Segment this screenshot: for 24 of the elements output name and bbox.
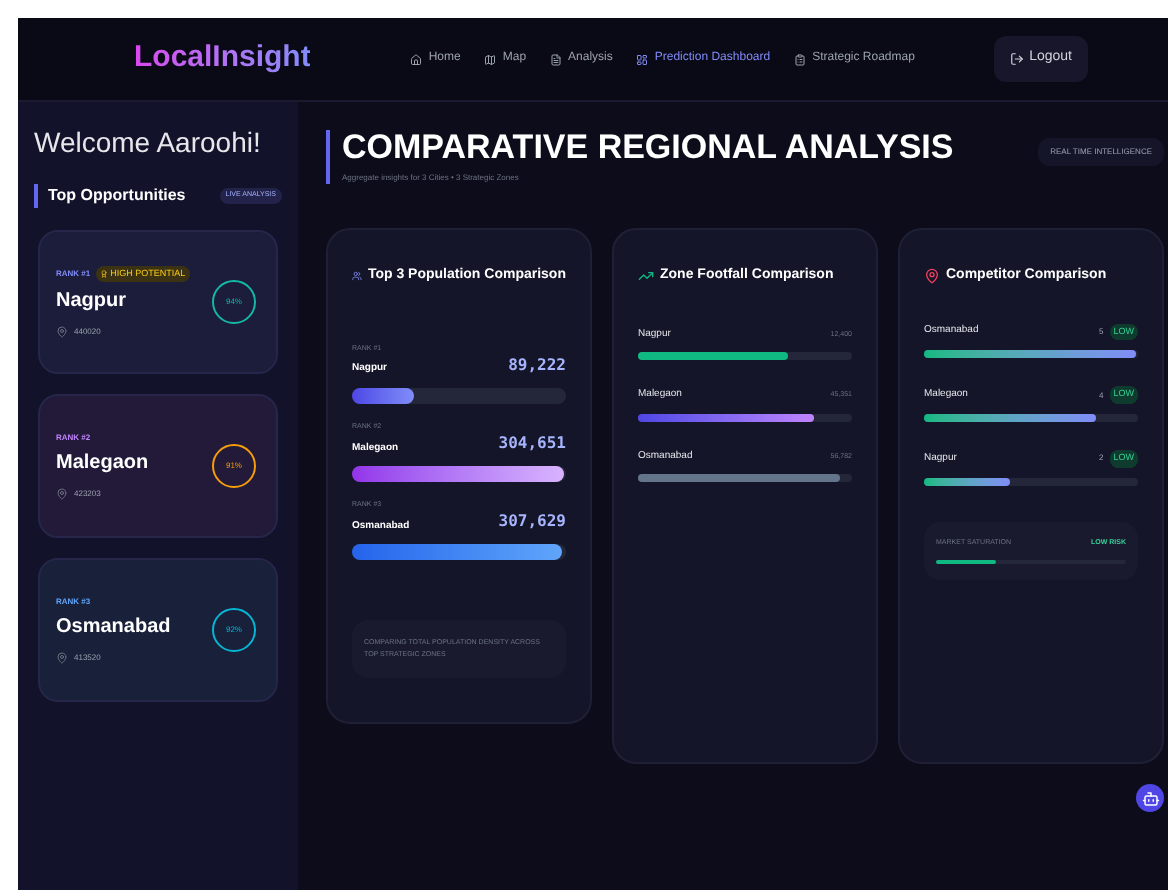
city-name: Nagpur [56,288,128,317]
nav-icon [550,53,563,65]
city-name: Osmanabad [56,614,171,642]
population-value: 307,629 [498,510,566,535]
nav-icon [794,53,807,65]
award-icon [100,270,109,278]
logout-icon [1009,52,1024,66]
chatbot-button[interactable] [1136,784,1164,812]
location-pin-icon [56,326,68,339]
section-title: Top Opportunities [48,184,186,208]
city-name: Malegaon [56,450,149,478]
location-pin-icon [56,652,68,664]
page-title: COMPARATIVE REGIONAL ANALYSIS [342,130,954,164]
nav-icon [410,53,423,65]
location-pin-icon [924,268,940,285]
welcome-heading: Welcome Aaroohi! [34,124,263,162]
population-value: 89,222 [508,353,566,378]
robot-icon [1141,789,1159,807]
trend-icon [638,268,654,285]
users-icon [352,268,362,285]
nav-icon [636,53,649,65]
nav-icon [484,53,497,65]
population-value: 304,651 [498,432,566,456]
location-pin-icon [56,488,68,500]
